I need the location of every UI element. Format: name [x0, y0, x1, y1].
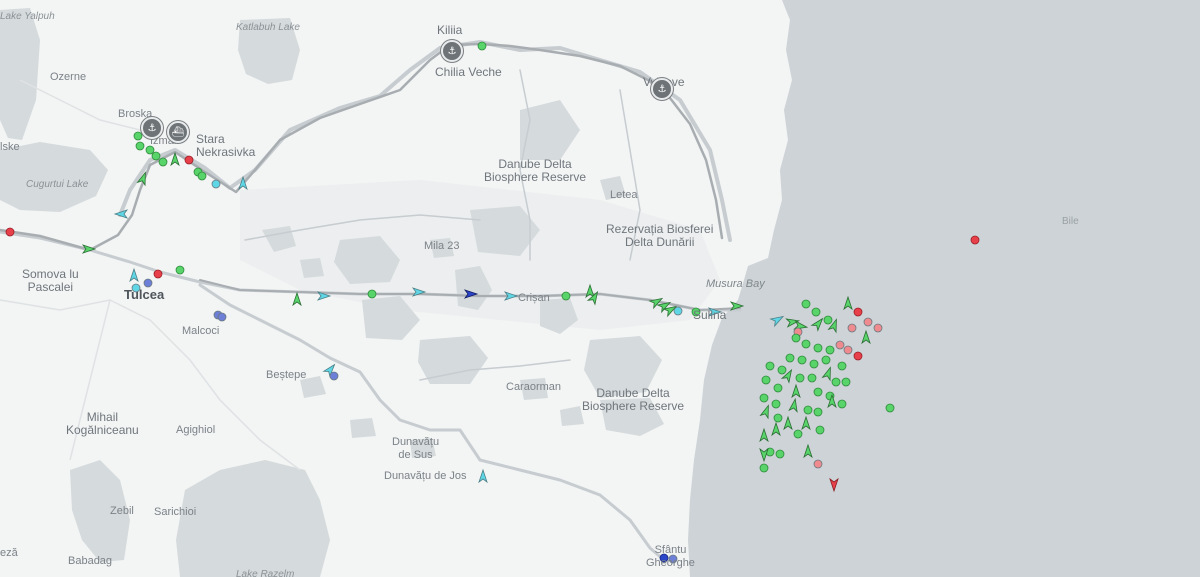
label-zebil: Zebil [110, 505, 134, 517]
lake-small-b [300, 258, 324, 278]
map-canvas[interactable] [0, 0, 1200, 577]
label-sarichioi: Sarichioi [154, 506, 197, 518]
vessel-moored-marker[interactable] [809, 359, 819, 369]
vessel-moored-marker[interactable] [831, 377, 841, 387]
vessel-moored-marker[interactable] [813, 459, 823, 469]
label-lake-razelm: Lake Razelm [236, 569, 295, 577]
label-bile: Bile [1062, 216, 1079, 227]
vessel-moored-marker[interactable] [847, 323, 857, 333]
port-broska-icon[interactable]: ⚓ [141, 117, 163, 139]
vessel-moored-marker[interactable] [791, 333, 801, 343]
vessel-moored-marker[interactable] [197, 171, 207, 181]
label-crisan: Crișan [518, 292, 550, 304]
vessel-moored-marker[interactable] [801, 299, 811, 309]
vessel-moored-marker[interactable] [477, 41, 487, 51]
vessel-moored-marker[interactable] [773, 413, 783, 423]
vessel-moored-marker[interactable] [775, 449, 785, 459]
label-danube-delta-2: Danube Delta Biosphere Reserve [582, 386, 685, 413]
label-agighiol: Agighiol [176, 424, 216, 436]
vessel-moored-marker[interactable] [158, 157, 168, 167]
vessel-moored-marker[interactable] [843, 345, 853, 355]
vessel-moored-marker[interactable] [825, 345, 835, 355]
label-katlabuh-lake: Katlabuh Lake [236, 22, 300, 33]
vessel-moored-marker[interactable] [795, 373, 805, 383]
vessel-moored-marker[interactable] [771, 399, 781, 409]
vessel-moored-marker[interactable] [801, 339, 811, 349]
vessel-moored-marker[interactable] [777, 365, 787, 375]
vessel-moored-marker[interactable] [837, 399, 847, 409]
vessel-moored-marker[interactable] [785, 353, 795, 363]
map-view[interactable]: Lake Yalpuh Katlabuh Lake Ozerne Broska … [0, 0, 1200, 577]
vessel-moored-marker[interactable] [863, 317, 873, 327]
label-musura-bay: Musura Bay [706, 278, 765, 290]
label-danube-delta-1: Danube Delta Biosphere Reserve [484, 157, 587, 184]
vessel-moored-marker[interactable] [5, 227, 15, 237]
vessel-moored-marker[interactable] [807, 373, 817, 383]
label-lake-yalpuh: Lake Yalpuh [0, 11, 55, 22]
vessel-moored-marker[interactable] [853, 351, 863, 361]
label-babadag: Babadag [68, 555, 113, 567]
label-kiliia: Kiliia [437, 23, 463, 37]
vessel-moored-marker[interactable] [803, 405, 813, 415]
label-somova: Somova lu Pascalei [22, 267, 79, 294]
label-bestepe: Beștepe [266, 369, 307, 381]
vessel-moored-marker[interactable] [759, 393, 769, 403]
label-stara-nekrasivka: Stara Nekrasivka [196, 132, 256, 159]
vessel-moored-marker[interactable] [837, 361, 847, 371]
label-mihail-kogalniceanu: Mihail Kogălniceanu [66, 410, 139, 437]
label-ozerne: Ozerne [50, 71, 87, 83]
vessel-moored-marker[interactable] [793, 429, 803, 439]
vessel-moored-marker[interactable] [797, 355, 807, 365]
label-edge: eză [0, 547, 18, 559]
vessel-moored-marker[interactable] [561, 291, 571, 301]
vessel-moored-marker[interactable] [813, 407, 823, 417]
label-chilia-veche: Chilia Veche [435, 65, 502, 79]
vessel-moored-marker[interactable] [367, 289, 377, 299]
vessel-moored-marker[interactable] [135, 141, 145, 151]
port-kiliia-icon[interactable]: ⚓ [441, 40, 463, 62]
vessel-moored-marker[interactable] [329, 371, 339, 381]
label-sulina: Sulina [693, 308, 727, 322]
vessel-moored-marker[interactable] [765, 361, 775, 371]
vessel-moored-marker[interactable] [970, 235, 980, 245]
port-vylkove-icon[interactable]: ⚓ [651, 78, 673, 100]
label-letea: Letea [610, 189, 638, 201]
vessel-moored-marker[interactable] [813, 387, 823, 397]
vessel-moored-marker[interactable] [761, 375, 771, 385]
vessel-moored-marker[interactable] [175, 265, 185, 275]
vessel-moored-marker[interactable] [673, 306, 683, 316]
vessel-moored-marker[interactable] [823, 315, 833, 325]
vessel-moored-marker[interactable] [143, 278, 153, 288]
vessel-moored-marker[interactable] [815, 425, 825, 435]
vessel-moored-marker[interactable] [821, 355, 831, 365]
vessel-moored-marker[interactable] [873, 323, 883, 333]
label-cugurtui-lake: Cugurtui Lake [26, 179, 89, 190]
vessel-moored-marker[interactable] [133, 131, 143, 141]
label-mila-23: Mila 23 [424, 240, 460, 252]
label-tulcea: Tulcea [124, 287, 165, 302]
label-iske: lske [0, 141, 20, 153]
vessel-moored-marker[interactable] [211, 179, 221, 189]
label-dunavatu-de-jos: Dunavățu de Jos [384, 470, 467, 482]
lake-small-g [350, 418, 376, 438]
label-dunavatu-de-sus: Dunavățu de Sus [392, 436, 440, 461]
label-rezervatia: Rezervația Biosferei Delta Dunării [606, 222, 714, 249]
label-caraorman: Caraorman [506, 381, 562, 393]
vessel-moored-marker[interactable] [184, 155, 194, 165]
vessel-moored-marker[interactable] [885, 403, 895, 413]
vessel-moored-marker[interactable] [759, 463, 769, 473]
port-izmail-icon[interactable]: ⛴ [167, 121, 189, 143]
vessel-moored-marker[interactable] [811, 307, 821, 317]
vessel-moored-marker[interactable] [151, 151, 161, 161]
vessel-moored-marker[interactable] [773, 383, 783, 393]
vessel-moored-marker[interactable] [217, 312, 227, 322]
label-sfantu-gheorghe: Sfântu Gheorghe [646, 544, 695, 569]
vessel-moored-marker[interactable] [841, 377, 851, 387]
label-malcoci: Malcoci [182, 325, 220, 337]
vessel-moored-marker[interactable] [813, 343, 823, 353]
vessel-moored-marker[interactable] [835, 340, 845, 350]
vessel-moored-marker[interactable] [153, 269, 163, 279]
vessel-moored-marker[interactable] [853, 307, 863, 317]
